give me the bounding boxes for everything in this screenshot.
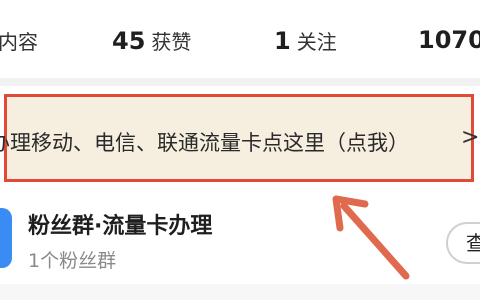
stat-likes-label: 获赞: [151, 30, 192, 54]
stat-content[interactable]: 内容: [0, 26, 38, 55]
stat-followers[interactable]: 1070: [418, 26, 480, 54]
promo-banner[interactable]: 办理移动、电信、联通流量卡点这里（点我） >: [0, 94, 479, 182]
section-divider: [0, 78, 480, 86]
view-group-button[interactable]: 查看: [446, 222, 480, 264]
group-subtitle: 1个粉丝群: [28, 250, 117, 272]
stat-following[interactable]: 1 关注: [274, 26, 337, 55]
stat-content-label: 内容: [0, 30, 38, 54]
promo-banner-text: 办理移动、电信、联通流量卡点这里（点我）: [0, 131, 409, 155]
stats-row: 内容 45 获赞 1 关注 1070: [0, 0, 480, 80]
group-title[interactable]: 粉丝群·流量卡办理: [28, 208, 212, 240]
stat-following-label: 关注: [296, 30, 337, 54]
profile-screen: 内容 45 获赞 1 关注 1070 办理移动、电信、联通流量卡点这里（点我） …: [0, 0, 480, 300]
bottom-divider: [0, 284, 480, 300]
stat-following-count: 1: [274, 27, 291, 55]
stat-likes[interactable]: 45 获赞: [112, 26, 191, 55]
stat-likes-count: 45: [112, 27, 146, 55]
chevron-right-icon: >: [461, 125, 480, 150]
stat-followers-count: 1070: [418, 26, 480, 54]
group-avatar: [0, 208, 12, 268]
